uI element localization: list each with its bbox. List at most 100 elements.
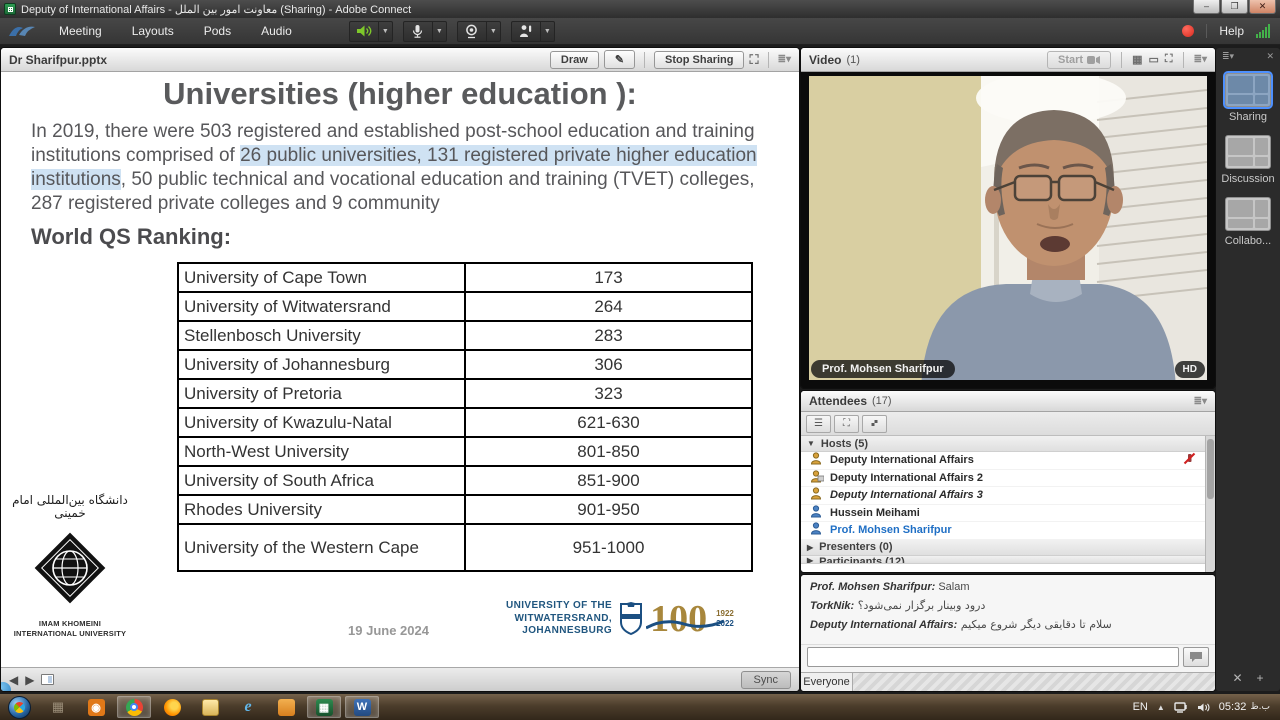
speaker-dropdown-icon[interactable]: ▼ [379, 21, 393, 42]
chat-message: TorkNik: درود وبینار برگزار نمی‌شود؟ [810, 599, 1206, 612]
webcam-icon[interactable] [457, 21, 487, 42]
close-layout-bar-icon[interactable]: ✕ [1232, 671, 1242, 685]
chat-input[interactable] [807, 647, 1179, 667]
stop-sharing-button[interactable]: Stop Sharing [654, 51, 744, 69]
chrome-icon[interactable] [117, 696, 151, 718]
university-cell: University of Witwatersrand [178, 292, 465, 321]
rank-cell: 323 [465, 379, 752, 408]
layout-panel-menu-icon[interactable]: ≣▾ [1222, 51, 1234, 62]
filmstrip-view-icon[interactable]: ▭ [1148, 53, 1158, 66]
help-menu[interactable]: Help [1219, 24, 1244, 38]
tab-everyone[interactable]: Everyone [801, 673, 853, 691]
attendee-avatar-icon [810, 505, 824, 521]
show-sidebar-icon[interactable] [41, 674, 54, 685]
layout-item-sharing[interactable]: Sharing [1220, 73, 1276, 123]
office-icon[interactable] [269, 696, 303, 718]
layout-item-collabo[interactable]: Collabo... [1220, 197, 1276, 247]
wits-name: UNIVERSITY OF THE WITWATERSRAND, JOHANNE… [506, 600, 612, 638]
attendee-row[interactable]: Prof. Mohsen Sharifpur [801, 522, 1205, 540]
volume-icon[interactable] [1197, 702, 1210, 713]
draw-button[interactable]: Draw [550, 51, 599, 69]
video-pod-tools: Start ▦ ▭ ⛶ ≣▾ [1047, 51, 1207, 69]
firefox-icon[interactable] [155, 696, 189, 718]
layout-item-discussion[interactable]: Discussion [1220, 135, 1276, 185]
previous-slide-button[interactable]: ◀ [9, 673, 18, 687]
rank-cell: 621-630 [465, 408, 752, 437]
list-view-icon[interactable]: ☰ [806, 415, 831, 433]
table-row: University of Witwatersrand264 [178, 292, 752, 321]
menu-pods[interactable]: Pods [189, 18, 246, 44]
attendees-count: (17) [872, 395, 892, 407]
pod-options-icon[interactable]: ≣▾ [1194, 54, 1207, 65]
pod-options-icon[interactable]: ≣▾ [1194, 396, 1207, 407]
language-indicator[interactable]: EN [1133, 701, 1148, 713]
menu-audio[interactable]: Audio [246, 18, 307, 44]
minimize-button[interactable]: – [1193, 0, 1220, 14]
grid-app-icon[interactable]: ▦ [41, 696, 75, 718]
clock-time: 05:32 [1219, 701, 1247, 713]
video-pod-header: Video (1) Start ▦ ▭ ⛶ ≣▾ [801, 48, 1215, 72]
clock[interactable]: 05:32 ب.ظ [1219, 701, 1270, 713]
expand-icon: ▶ [807, 556, 813, 564]
attendee-row[interactable]: Deputy International Affairs [801, 452, 1205, 470]
media-player-icon[interactable]: ◉ [79, 696, 113, 718]
video-pod-title: Video [809, 53, 841, 67]
attendees-scrollbar[interactable] [1205, 436, 1215, 572]
ikiu-emblem-icon [24, 522, 116, 614]
chat-text: Salam [935, 581, 969, 593]
ikiu-name: IMAM KHOMEINI INTERNATIONAL UNIVERSITY [9, 619, 131, 638]
microphone-icon[interactable] [403, 21, 433, 42]
connection-signal-icon[interactable] [1256, 24, 1270, 38]
university-cell: University of South Africa [178, 466, 465, 495]
video-frame [801, 72, 1215, 388]
participants-group-header[interactable]: ▶Participants (12) [801, 556, 1205, 564]
close-button[interactable]: ✕ [1249, 0, 1276, 14]
internet-explorer-icon[interactable]: e [231, 696, 265, 718]
pod-options-icon[interactable]: ≣▾ [778, 54, 791, 65]
restore-button[interactable]: ❐ [1221, 0, 1248, 14]
menu-meeting[interactable]: Meeting [44, 18, 117, 44]
breakout-view-icon[interactable]: ⛶ [834, 415, 859, 433]
university-cell: Rhodes University [178, 495, 465, 524]
microphone-dropdown-icon[interactable]: ▼ [433, 21, 447, 42]
word-icon[interactable]: W [345, 696, 379, 718]
menubar-right: Help [1182, 24, 1280, 38]
attendee-row[interactable]: Deputy International Affairs 2 [801, 470, 1205, 488]
adobe-connect-icon[interactable]: ▦ [307, 696, 341, 718]
chat-message: Deputy International Affairs: سلام تا دق… [810, 618, 1206, 631]
wits-centenary: 100 [650, 600, 707, 638]
attendee-row[interactable]: Hussein Meihami [801, 505, 1205, 523]
sync-button[interactable]: Sync [741, 671, 791, 689]
rank-cell: 264 [465, 292, 752, 321]
video-fullscreen-icon[interactable]: ⛶ [1165, 53, 1173, 66]
attendee-row[interactable]: Deputy International Affairs 3 [801, 487, 1205, 505]
raise-hand-icon[interactable] [511, 21, 541, 42]
grid-view-icon[interactable]: ▦ [1132, 53, 1142, 66]
status-dropdown-icon[interactable]: ▼ [541, 21, 555, 42]
rank-cell: 851-900 [465, 466, 752, 495]
pointer-tool-button[interactable]: ✎ [604, 50, 635, 69]
file-explorer-icon[interactable] [193, 696, 227, 718]
start-button[interactable] [8, 696, 31, 719]
add-layout-icon[interactable]: + [1257, 671, 1264, 685]
webcam-dropdown-icon[interactable]: ▼ [487, 21, 501, 42]
network-icon[interactable] [1174, 702, 1188, 713]
fullscreen-icon[interactable]: ⛶ [749, 52, 758, 68]
university-cell: University of Johannesburg [178, 350, 465, 379]
attendee-status-view-icon[interactable]: 🙾 [862, 415, 887, 433]
send-message-icon[interactable] [1183, 647, 1209, 667]
hidden-icons-chevron[interactable]: ▲ [1157, 703, 1165, 712]
presenters-group-header[interactable]: ▶Presenters (0) [801, 540, 1205, 556]
shared-file-name: Dr Sharifpur.pptx [9, 53, 107, 67]
scrollbar-thumb[interactable] [1207, 439, 1214, 499]
speaker-icon[interactable] [349, 21, 379, 42]
university-cell: University of Pretoria [178, 379, 465, 408]
hosts-group-header[interactable]: ▼Hosts (5) [801, 436, 1205, 452]
menu-layouts[interactable]: Layouts [117, 18, 189, 44]
table-row: University of Johannesburg306 [178, 350, 752, 379]
rank-cell: 901-950 [465, 495, 752, 524]
webcam-video: Prof. Mohsen Sharifpur HD [801, 72, 1215, 388]
layout-panel-close-icon[interactable]: ✕ [1266, 51, 1274, 62]
next-slide-button[interactable]: ▶ [25, 673, 34, 687]
start-webcam-button[interactable]: Start [1047, 51, 1111, 69]
